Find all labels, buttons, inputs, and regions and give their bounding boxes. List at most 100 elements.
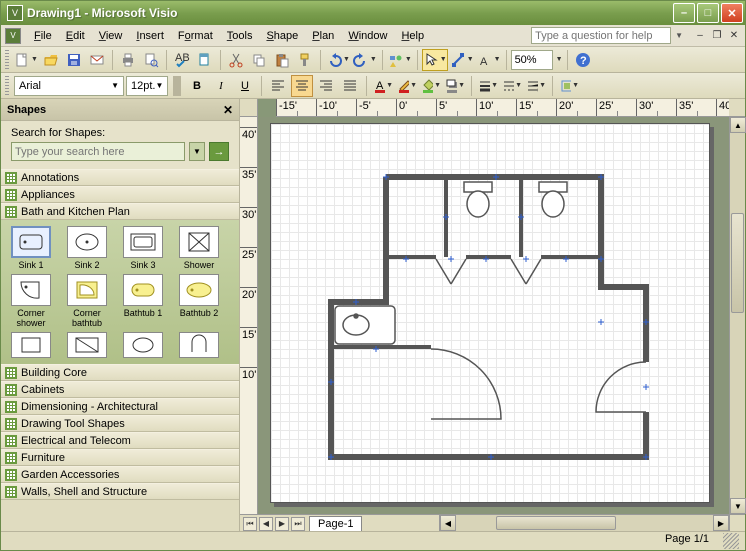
scroll-right-button[interactable]: ▶ <box>713 515 729 531</box>
menu-tools[interactable]: Tools <box>220 28 260 44</box>
category-building-core[interactable]: Building Core <box>1 364 239 381</box>
shape-shower[interactable]: Shower <box>173 226 225 270</box>
category-appliances[interactable]: Appliances <box>1 186 239 203</box>
category-dimensioning[interactable]: Dimensioning - Architectural <box>1 398 239 415</box>
help-search-input[interactable] <box>531 27 671 44</box>
fill-color-button[interactable]: ▼ <box>420 75 442 97</box>
search-dropdown-icon[interactable]: ▼ <box>189 142 205 161</box>
connector-tool-button[interactable]: ▼ <box>449 49 475 71</box>
vertical-ruler[interactable]: 40' 35' 30' 25' 20' 15' 10' <box>240 117 258 514</box>
zoom-dropdown-icon[interactable]: ▼ <box>556 56 563 63</box>
vscroll-thumb[interactable] <box>731 213 744 313</box>
doc-restore-button[interactable]: ❐ <box>710 29 724 43</box>
print-preview-button[interactable] <box>140 49 162 71</box>
menu-insert[interactable]: Insert <box>129 28 171 44</box>
menu-plan[interactable]: Plan <box>305 28 341 44</box>
doc-minimize-button[interactable]: – <box>693 29 707 43</box>
shape-sink2[interactable]: Sink 2 <box>61 226 113 270</box>
cut-button[interactable] <box>225 49 247 71</box>
scroll-up-button[interactable]: ▲ <box>730 117 746 133</box>
shapes-window-button[interactable]: ▼ <box>387 49 413 71</box>
shapes-pane-close-icon[interactable]: ✕ <box>223 103 233 117</box>
scroll-left-button[interactable]: ◀ <box>440 515 456 531</box>
undo-button[interactable]: ▼ <box>325 49 351 71</box>
maximize-button[interactable]: □ <box>697 3 719 23</box>
shape-partial[interactable] <box>117 332 169 358</box>
paste-button[interactable] <box>271 49 293 71</box>
align-center-button[interactable] <box>291 75 313 97</box>
new-button[interactable]: ▼ <box>13 49 39 71</box>
shape-search-input[interactable] <box>11 142 185 161</box>
category-electrical[interactable]: Electrical and Telecom <box>1 432 239 449</box>
search-go-button[interactable]: → <box>209 142 229 161</box>
help-button[interactable]: ? <box>572 49 594 71</box>
save-button[interactable] <box>63 49 85 71</box>
shape-partial[interactable] <box>173 332 225 358</box>
shadow-color-button[interactable]: ▼ <box>444 75 466 97</box>
drawing-canvas[interactable] <box>258 117 729 514</box>
scroll-down-button[interactable]: ▼ <box>730 498 746 514</box>
shape-partial[interactable] <box>5 332 57 358</box>
shape-sink3[interactable]: Sink 3 <box>117 226 169 270</box>
redo-button[interactable]: ▼ <box>352 49 378 71</box>
toolbar-grip[interactable] <box>5 76 9 96</box>
menu-window[interactable]: Window <box>341 28 394 44</box>
doc-close-button[interactable]: ✕ <box>727 29 741 43</box>
page-tab-1[interactable]: Page-1 <box>309 516 362 532</box>
menu-edit[interactable]: Edit <box>59 28 92 44</box>
underline-button[interactable]: U <box>234 75 256 97</box>
tab-first-button[interactable]: ⏮ <box>243 517 257 531</box>
shape-sink1[interactable]: Sink 1 <box>5 226 57 270</box>
help-dropdown-icon[interactable]: ▼ <box>675 31 683 40</box>
tab-prev-button[interactable]: ◀ <box>259 517 273 531</box>
text-tool-button[interactable]: A▼ <box>476 49 502 71</box>
category-walls[interactable]: Walls, Shell and Structure <box>1 483 239 500</box>
category-bath-kitchen[interactable]: Bath and Kitchen Plan <box>1 203 239 220</box>
vertical-scrollbar[interactable]: ▲ ▼ <box>729 117 745 514</box>
category-garden[interactable]: Garden Accessories <box>1 466 239 483</box>
floor-plan-selection[interactable] <box>326 172 656 462</box>
italic-button[interactable]: I <box>210 75 232 97</box>
app-menu-icon[interactable]: V <box>5 28 21 44</box>
shape-corner-shower[interactable]: Corner shower <box>5 274 57 328</box>
hscroll-track[interactable] <box>456 515 713 531</box>
font-color-button[interactable]: A▼ <box>372 75 394 97</box>
tab-next-button[interactable]: ▶ <box>275 517 289 531</box>
drawing-page[interactable] <box>270 123 710 503</box>
resize-grip-icon[interactable] <box>723 533 739 549</box>
hscroll-thumb[interactable] <box>496 516 616 530</box>
format-painter-button[interactable] <box>294 49 316 71</box>
copy-button[interactable] <box>248 49 270 71</box>
shape-partial[interactable] <box>61 332 113 358</box>
format-button[interactable]: ▼ <box>558 75 580 97</box>
line-weight-button[interactable]: ▼ <box>477 75 499 97</box>
shape-bathtub1[interactable]: Bathtub 1 <box>117 274 169 328</box>
align-justify-button[interactable] <box>339 75 361 97</box>
zoom-select[interactable]: 50% <box>511 50 553 70</box>
category-drawing-tool[interactable]: Drawing Tool Shapes <box>1 415 239 432</box>
line-color-button[interactable]: ▼ <box>396 75 418 97</box>
align-left-button[interactable] <box>267 75 289 97</box>
menu-view[interactable]: View <box>92 28 130 44</box>
bold-button[interactable]: B <box>186 75 208 97</box>
menu-help[interactable]: Help <box>394 28 431 44</box>
close-button[interactable]: ✕ <box>721 3 743 23</box>
toolbar-grip[interactable] <box>5 50 9 70</box>
menu-format[interactable]: Format <box>171 28 220 44</box>
line-pattern-button[interactable]: ▼ <box>501 75 523 97</box>
category-cabinets[interactable]: Cabinets <box>1 381 239 398</box>
font-size-select[interactable]: 12pt.▼ <box>126 76 168 96</box>
category-furniture[interactable]: Furniture <box>1 449 239 466</box>
research-button[interactable] <box>194 49 216 71</box>
email-button[interactable] <box>86 49 108 71</box>
align-right-button[interactable] <box>315 75 337 97</box>
pointer-tool-button[interactable]: ▼ <box>422 49 448 71</box>
horizontal-ruler[interactable]: -15' -10' -5' 0' 5' 10' 15' 20' 25' 30' … <box>276 99 729 117</box>
minimize-button[interactable]: – <box>673 3 695 23</box>
shape-corner-bathtub[interactable]: Corner bathtub <box>61 274 113 328</box>
font-select[interactable]: Arial▼ <box>14 76 124 96</box>
shape-bathtub2[interactable]: Bathtub 2 <box>173 274 225 328</box>
spelling-button[interactable]: ABC <box>171 49 193 71</box>
tab-last-button[interactable]: ⏭ <box>291 517 305 531</box>
open-button[interactable] <box>40 49 62 71</box>
